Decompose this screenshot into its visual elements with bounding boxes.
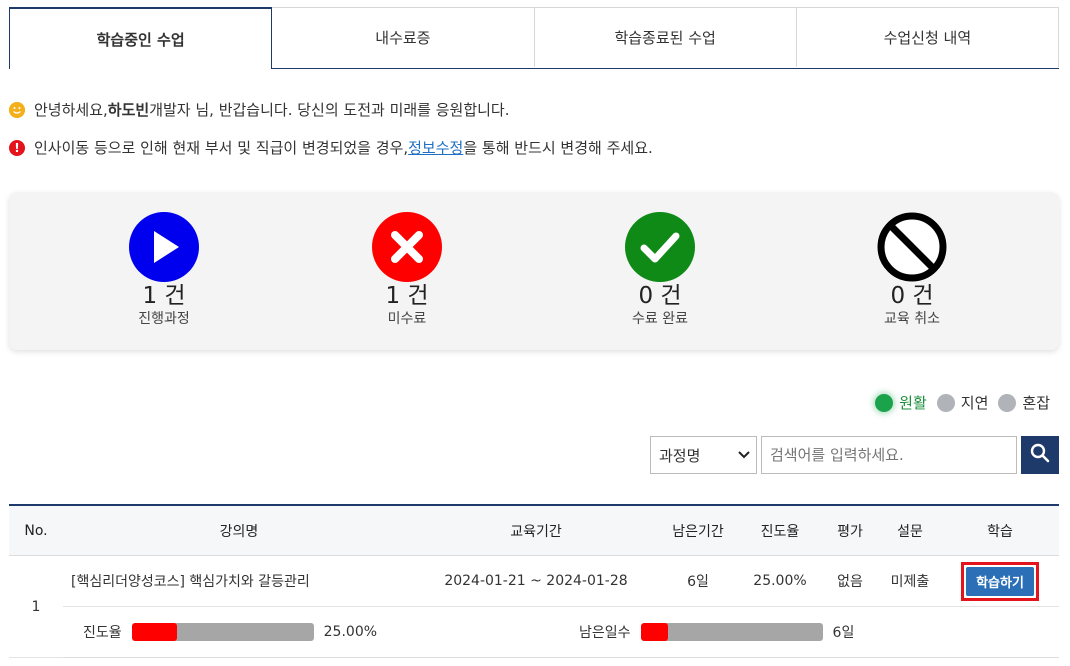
- tab-in-progress[interactable]: 학습중인 수업: [9, 7, 273, 69]
- col-survey: 설문: [879, 504, 941, 556]
- remaining-bar: [640, 623, 823, 641]
- smile-icon: [9, 101, 25, 118]
- stat-count: 1 건: [142, 283, 186, 309]
- alert-notice: ! 인사이동 등으로 인해 현재 부서 및 직급이 변경되었을 경우, 정보수정…: [9, 137, 653, 158]
- col-study: 학습: [941, 504, 1059, 556]
- search-button[interactable]: [1021, 436, 1059, 474]
- x-icon: [372, 212, 442, 282]
- server-status-legend: 원활 지연 혼잡: [865, 392, 1050, 413]
- alert-icon: !: [9, 139, 25, 156]
- greeting-notice: 안녕하세요, 하도빈 개발자 님, 반갑습니다. 당신의 도전과 미래를 응원합…: [9, 99, 510, 120]
- play-icon: [129, 212, 199, 282]
- summary-panel: 1 건 진행과정 1 건 미수료 0 건 수료 완료 0 건 교육 취소: [9, 192, 1059, 350]
- stat-in-progress: 1 건 진행과정: [84, 212, 244, 328]
- col-progress: 진도율: [739, 504, 821, 556]
- status-busy-label: 혼잡: [1022, 394, 1050, 412]
- remaining-days-value: 6일: [832, 625, 855, 641]
- course-title[interactable]: [핵심리더양성코스] 핵심가치와 갈등관리: [63, 555, 415, 607]
- status-smooth-dot: [875, 393, 894, 412]
- status-delay-dot: [936, 393, 955, 412]
- table-row: 1 [핵심리더양성코스] 핵심가치와 갈등관리 2024-01-21 ~ 202…: [9, 555, 1059, 658]
- stat-count: 0 건: [638, 283, 682, 309]
- col-evaluation: 평가: [821, 504, 879, 556]
- search-select-value: 과정명: [659, 446, 701, 465]
- user-name: 하도빈: [107, 101, 150, 119]
- stat-count: 0 건: [890, 283, 934, 309]
- study-cell: 학습하기: [941, 555, 1059, 607]
- status-busy-dot: [998, 393, 1017, 412]
- stat-label: 교육 취소: [884, 311, 940, 327]
- course-remaining: 6일: [657, 555, 739, 607]
- tab-certificates[interactable]: 내수료증: [272, 7, 535, 67]
- prohibited-icon: [877, 212, 947, 282]
- course-evaluation: 없음: [821, 555, 879, 607]
- col-course-name: 강의명: [63, 504, 415, 556]
- stat-incomplete: 1 건 미수료: [327, 212, 487, 328]
- row-no: 1: [9, 555, 63, 658]
- search-icon: [1030, 443, 1050, 467]
- course-period: 2024-01-21 ~ 2024-01-28: [415, 555, 657, 607]
- course-progress: 25.00%: [739, 555, 821, 607]
- search-field-select[interactable]: 과정명: [650, 436, 757, 474]
- course-table: No. 강의명 교육기간 남은기간 진도율 평가 설문 학습 1 [핵심리더양성…: [9, 504, 1059, 658]
- edit-info-link[interactable]: 정보수정: [408, 137, 463, 158]
- col-period: 교육기간: [415, 504, 657, 556]
- col-no: No.: [9, 504, 63, 556]
- alert-prefix: 인사이동 등으로 인해 현재 부서 및 직급이 변경되었을 경우,: [34, 139, 409, 157]
- search-input[interactable]: [761, 436, 1017, 474]
- progress-bar: [131, 623, 314, 641]
- stat-label: 수료 완료: [632, 311, 688, 327]
- alert-suffix: 을 통해 반드시 변경해 주세요.: [463, 139, 653, 157]
- progress-bar-fill: [131, 623, 178, 641]
- remaining-bar-fill: [640, 623, 668, 641]
- tab-finished[interactable]: 학습종료된 수업: [534, 7, 797, 67]
- progress-label: 진도율: [83, 625, 122, 641]
- stat-label: 미수료: [387, 311, 427, 327]
- remaining-detail: 남은일수 6일: [579, 606, 1059, 658]
- greeting-suffix: 개발자 님, 반갑습니다. 당신의 도전과 미래를 응원합니다.: [149, 101, 510, 119]
- progress-value: 25.00%: [323, 624, 378, 640]
- check-icon: [625, 212, 695, 282]
- col-remaining: 남은기간: [657, 504, 739, 556]
- stat-label: 진행과정: [138, 311, 190, 327]
- table-row-detail: 진도율 25.00% 남은일수 6일: [9, 606, 1059, 658]
- status-delay-label: 지연: [960, 394, 989, 412]
- stat-completed: 0 건 수료 완료: [580, 212, 740, 328]
- tab-bar: 학습중인 수업 내수료증 학습종료된 수업 수업신청 내역: [9, 7, 1059, 69]
- study-button-highlight: 학습하기: [961, 561, 1039, 601]
- study-button[interactable]: 학습하기: [966, 566, 1034, 596]
- tab-applications[interactable]: 수업신청 내역: [796, 7, 1059, 67]
- status-smooth-label: 원활: [899, 394, 927, 412]
- remaining-days-label: 남은일수: [579, 625, 631, 641]
- stat-count: 1 건: [385, 283, 429, 309]
- course-survey: 미제출: [879, 555, 941, 607]
- greeting-prefix: 안녕하세요,: [34, 101, 108, 119]
- table-header-row: No. 강의명 교육기간 남은기간 진도율 평가 설문 학습: [9, 504, 1059, 556]
- stat-cancelled: 0 건 교육 취소: [832, 212, 992, 328]
- chevron-down-icon: [738, 449, 750, 462]
